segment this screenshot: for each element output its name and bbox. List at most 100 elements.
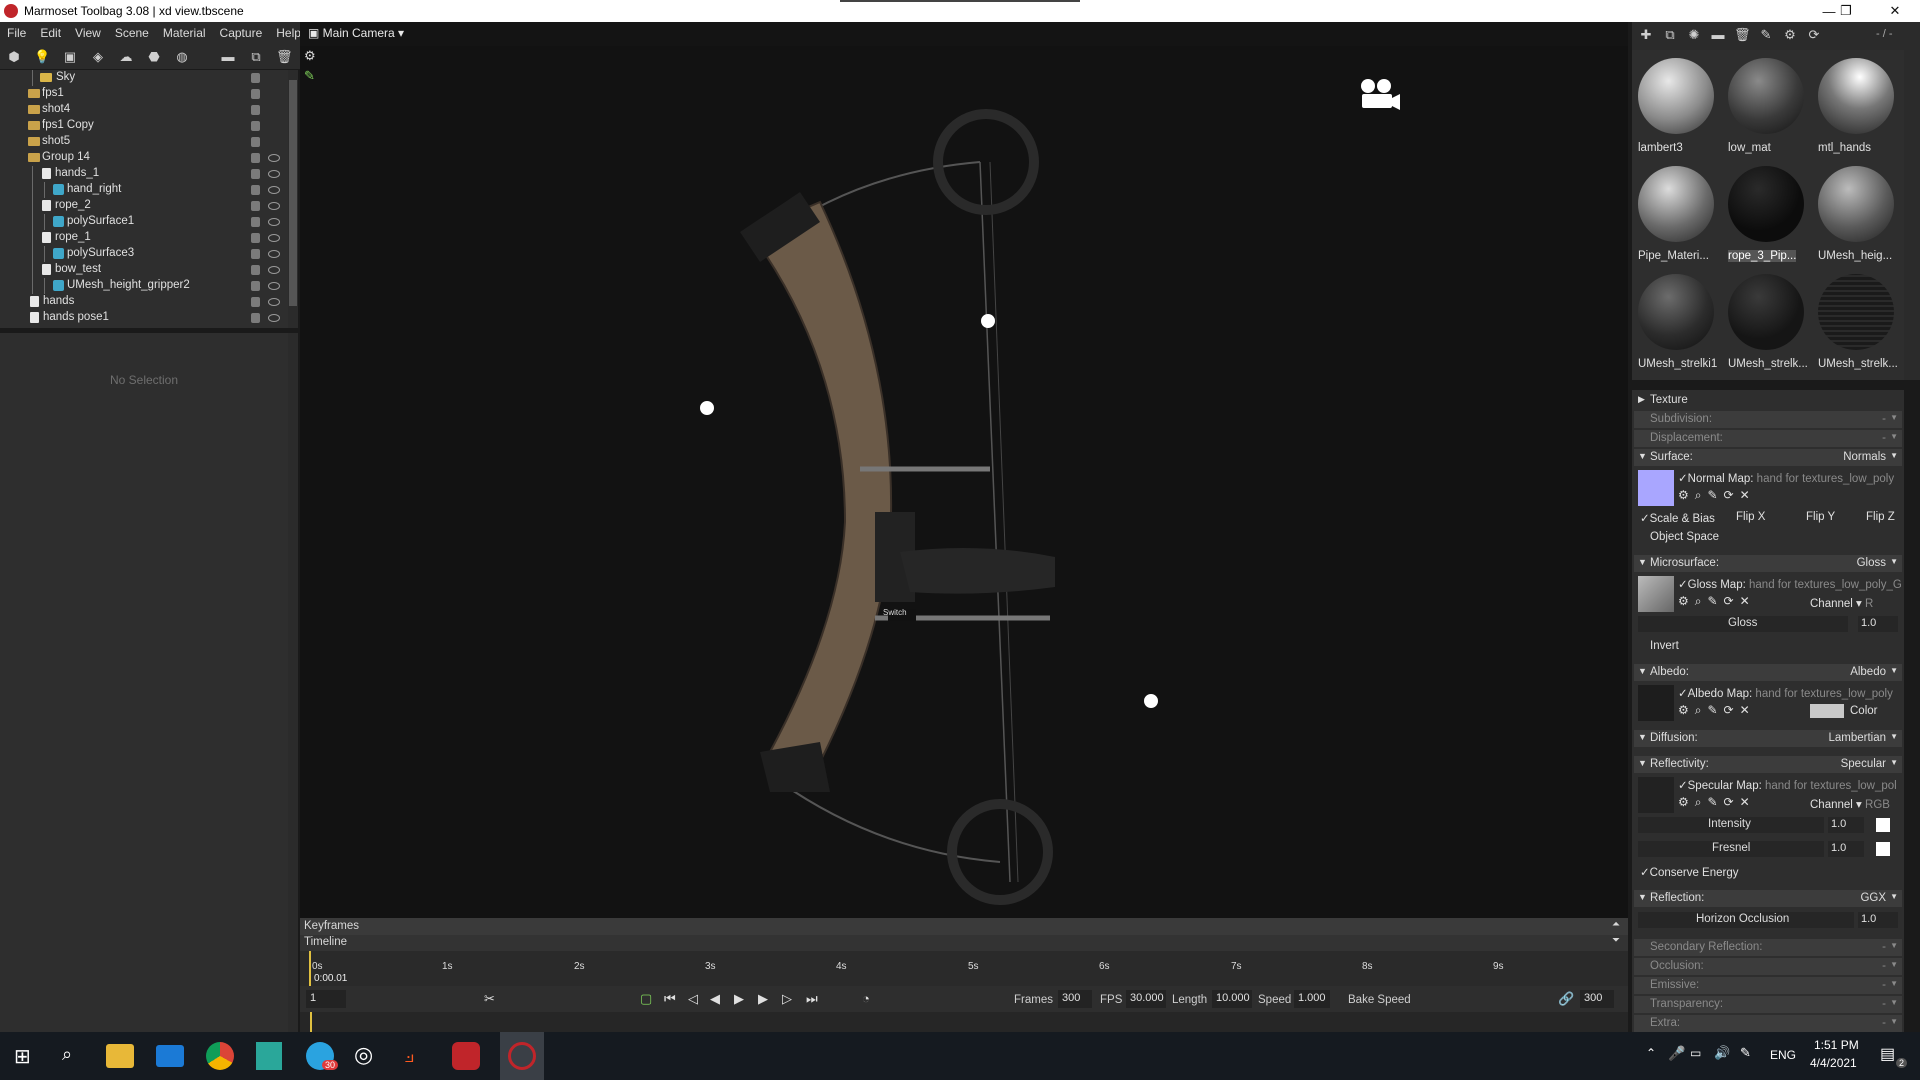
map-tools[interactable]: ⚙⌕✎⟳✕: [1678, 488, 1756, 503]
pen-icon[interactable]: ✎: [1740, 1045, 1751, 1061]
outliner-row[interactable]: hands: [0, 294, 288, 310]
loop-icon[interactable]: ▢: [640, 991, 652, 1007]
lock-icon[interactable]: [251, 137, 260, 147]
fresnel-value[interactable]: 1.0: [1828, 841, 1864, 857]
gloss-slider[interactable]: Gloss: [1638, 616, 1848, 632]
link-icon[interactable]: 🔗: [1558, 991, 1574, 1007]
windows-start-icon[interactable]: ⊞: [14, 1044, 31, 1069]
visibility-icon[interactable]: [268, 298, 280, 306]
maximize-button[interactable]: ❐: [1826, 0, 1866, 22]
lock-icon[interactable]: [251, 169, 260, 179]
menu-view[interactable]: View: [68, 26, 108, 40]
viewport[interactable]: Switch: [300, 22, 1628, 918]
menu-capture[interactable]: Capture: [213, 26, 270, 40]
notification-icon[interactable]: ▤: [1880, 1044, 1895, 1064]
lock-icon[interactable]: [251, 217, 260, 227]
outliner-row[interactable]: shot4: [0, 102, 288, 118]
fresnel-slider[interactable]: Fresnel: [1638, 841, 1824, 857]
material-tile[interactable]: mtl_hands: [1814, 54, 1898, 158]
lock-icon[interactable]: [251, 89, 260, 99]
visibility-icon[interactable]: [268, 170, 280, 178]
menu-file[interactable]: File: [0, 26, 33, 40]
outliner-row[interactable]: hand_right: [0, 182, 288, 198]
speed-input[interactable]: 1.000: [1294, 990, 1330, 1008]
lock-icon[interactable]: [251, 281, 260, 291]
intensity-value[interactable]: 1.0: [1828, 817, 1864, 833]
lock-icon[interactable]: [251, 105, 260, 115]
search-icon[interactable]: ⌕: [62, 1044, 72, 1065]
expand-icon[interactable]: ⏷: [1612, 935, 1620, 946]
timeline-header[interactable]: Timeline ⏷: [300, 935, 1628, 951]
keyframe-track[interactable]: [300, 1012, 1628, 1032]
map-tools[interactable]: ⚙⌕✎⟳✕: [1678, 594, 1756, 609]
step-forward-icon[interactable]: ▶: [758, 991, 768, 1007]
conserve-energy-checkbox[interactable]: ✓Conserve Energy: [1640, 865, 1739, 879]
material-tile[interactable]: UMesh_strelki1: [1634, 270, 1718, 374]
lock-icon[interactable]: [251, 313, 260, 323]
outliner-row[interactable]: polySurface3: [0, 246, 288, 262]
end-frame-input[interactable]: 300: [1580, 990, 1614, 1008]
lock-icon[interactable]: [251, 265, 260, 275]
visibility-icon[interactable]: [268, 202, 280, 210]
bake-speed-button[interactable]: Bake Speed: [1348, 994, 1411, 1006]
lock-icon[interactable]: [251, 201, 260, 211]
visibility-icon[interactable]: [268, 250, 280, 258]
outliner-row[interactable]: shot5: [0, 134, 288, 150]
pick-material-icon[interactable]: ✎: [1758, 27, 1774, 43]
jump-end-icon[interactable]: ⏭: [806, 991, 818, 1007]
displacement-section[interactable]: Displacement: - ▼: [1634, 430, 1902, 447]
chrome-icon[interactable]: [206, 1042, 234, 1070]
scale-bias-checkbox[interactable]: ✓Scale & Bias: [1640, 511, 1715, 525]
delete-icon[interactable]: 🗑: [276, 49, 293, 65]
open-folder-icon[interactable]: ▬: [1710, 27, 1726, 43]
jump-start-icon[interactable]: ⏮: [664, 991, 676, 1007]
lock-icon[interactable]: [251, 185, 260, 195]
map-tools[interactable]: ⚙⌕✎⟳✕: [1678, 795, 1756, 810]
outliner-row[interactable]: UMesh_height_gripper2: [0, 278, 288, 294]
network-icon[interactable]: ▭: [1690, 1046, 1701, 1060]
outliner-row[interactable]: bow_test: [0, 262, 288, 278]
outliner-scrollbar[interactable]: [288, 70, 298, 328]
new-folder-icon[interactable]: ▬: [220, 49, 236, 65]
fps-input[interactable]: 30.000: [1126, 990, 1166, 1008]
visibility-icon[interactable]: [268, 218, 280, 226]
microphone-icon[interactable]: 🎤: [1668, 1045, 1685, 1062]
invert-checkbox[interactable]: Invert: [1650, 640, 1679, 652]
visibility-icon[interactable]: [268, 282, 280, 290]
reflection-section[interactable]: ▼ Reflection: GGX ▼: [1634, 890, 1902, 907]
surface-section[interactable]: ▼ Surface: Normals ▼: [1634, 449, 1902, 466]
add-light-icon[interactable]: 💡: [34, 49, 50, 65]
add-object-icon[interactable]: ⬢: [6, 49, 22, 65]
subdivision-section[interactable]: Subdivision: - ▼: [1634, 411, 1902, 428]
channel-dropdown[interactable]: Channel ▾ RGB: [1810, 797, 1890, 811]
play-icon[interactable]: ▶: [734, 991, 744, 1007]
add-sky-icon[interactable]: ◍: [174, 49, 190, 65]
material-tile[interactable]: low_mat: [1724, 54, 1808, 158]
outliner-row[interactable]: fps1: [0, 86, 288, 102]
speedometer-icon[interactable]: ◔: [862, 991, 870, 1006]
duplicate-icon[interactable]: ⧉: [248, 49, 264, 65]
clock-time[interactable]: 1:51 PM: [1814, 1038, 1859, 1052]
intensity-slider[interactable]: Intensity: [1638, 817, 1824, 833]
step-back-icon[interactable]: ◀: [710, 991, 720, 1007]
close-button[interactable]: ✕: [1872, 0, 1918, 22]
frames-input[interactable]: 300: [1058, 990, 1092, 1008]
keyframes-header[interactable]: Keyframes ⏶: [300, 918, 1628, 935]
lock-icon[interactable]: [251, 153, 260, 163]
flip-x-checkbox[interactable]: Flip X: [1736, 511, 1765, 523]
clock-date[interactable]: 4/4/2021: [1810, 1056, 1857, 1070]
outliner-row[interactable]: hands_1: [0, 166, 288, 182]
volume-icon[interactable]: 🔊: [1714, 1045, 1730, 1061]
diffusion-section[interactable]: ▼ Diffusion: Lambertian ▼: [1634, 730, 1902, 747]
add-fog-icon[interactable]: ☁: [118, 49, 134, 65]
timeline-ruler[interactable]: 0s 1s 2s 3s 4s 5s 6s 7s 8s 9s 0:00.01: [300, 951, 1628, 986]
file-explorer-icon[interactable]: [106, 1044, 134, 1068]
settings-material-icon[interactable]: ⚙: [1782, 27, 1798, 43]
outliner-row[interactable]: Sky: [0, 70, 288, 86]
prev-key-icon[interactable]: ◁: [688, 991, 698, 1007]
add-material-icon[interactable]: ✚: [1638, 27, 1654, 43]
extra-section[interactable]: Extra: - ▼: [1634, 1015, 1902, 1032]
camera-selector[interactable]: ▣ Main Camera ▾: [308, 26, 404, 40]
channel-dropdown[interactable]: Channel ▾ R: [1810, 596, 1873, 610]
material-library-icon[interactable]: ✺: [1686, 27, 1702, 43]
